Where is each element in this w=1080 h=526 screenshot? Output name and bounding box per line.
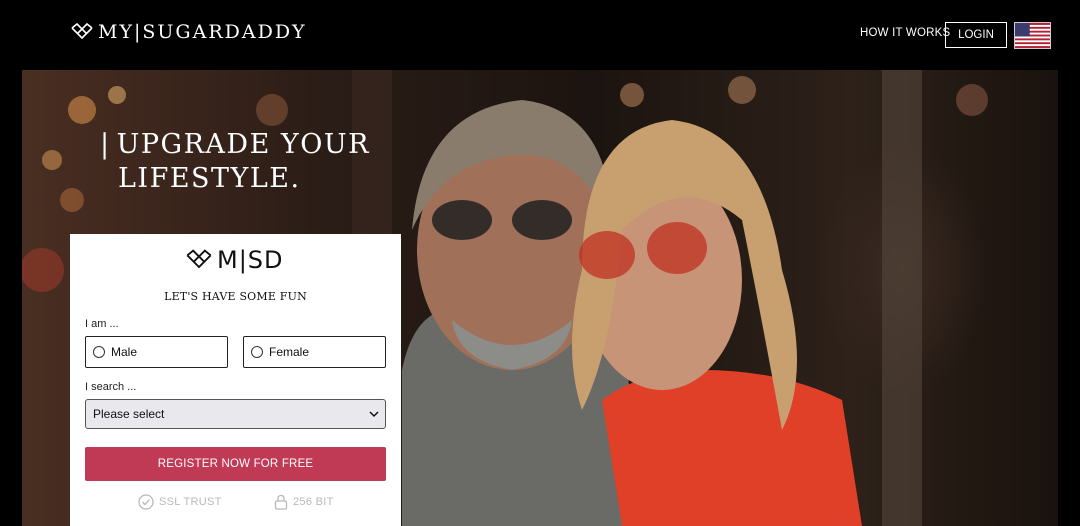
lock-icon bbox=[274, 494, 288, 510]
headline-bar: | bbox=[100, 129, 111, 160]
gender-male-option[interactable]: Male bbox=[85, 336, 228, 368]
search-select-value: Please select bbox=[93, 407, 165, 421]
nav-how-it-works[interactable]: HOW IT WORKS bbox=[860, 27, 950, 39]
card-logo: M|SD bbox=[185, 246, 284, 274]
login-button[interactable]: LOGIN bbox=[945, 22, 1007, 48]
card-tagline: LET'S HAVE SOME FUN bbox=[164, 290, 307, 303]
ssl-trust-badge: SSL TRUST bbox=[138, 494, 222, 510]
encryption-label: 256 BIT bbox=[293, 496, 334, 508]
card-logo-text: M|SD bbox=[217, 246, 284, 274]
gender-female-label: Female bbox=[269, 345, 310, 359]
chevron-down-icon bbox=[369, 411, 379, 418]
logo-mark-icon bbox=[186, 249, 212, 269]
headline-line-1: UPGRADE YOUR bbox=[116, 129, 370, 160]
search-select[interactable]: Please select bbox=[85, 399, 386, 429]
encryption-badge: 256 BIT bbox=[274, 494, 334, 510]
radio-icon[interactable] bbox=[93, 346, 105, 358]
headline-line-2: LIFESTYLE. bbox=[118, 163, 301, 194]
us-flag-icon[interactable] bbox=[1014, 22, 1051, 49]
ssl-trust-label: SSL TRUST bbox=[159, 496, 222, 508]
signup-card: M|SD LET'S HAVE SOME FUN I am ... Male F… bbox=[70, 234, 401, 526]
check-circle-icon bbox=[138, 494, 154, 510]
register-button[interactable]: REGISTER NOW FOR FREE bbox=[85, 447, 386, 481]
logo-mark-icon bbox=[71, 22, 93, 40]
i-am-label: I am ... bbox=[85, 318, 119, 330]
site-logo[interactable]: MY|SUGARDADDY bbox=[70, 20, 307, 44]
hero-headline: | UPGRADE YOUR LIFESTYLE. bbox=[100, 128, 370, 196]
logo-text: MY|SUGARDADDY bbox=[98, 21, 307, 43]
site-header: MY|SUGARDADDY HOW IT WORKS LOGIN bbox=[0, 0, 1080, 70]
gender-male-label: Male bbox=[111, 345, 138, 359]
radio-icon[interactable] bbox=[251, 346, 263, 358]
gender-female-option[interactable]: Female bbox=[243, 336, 386, 368]
i-search-label: I search ... bbox=[85, 381, 137, 393]
